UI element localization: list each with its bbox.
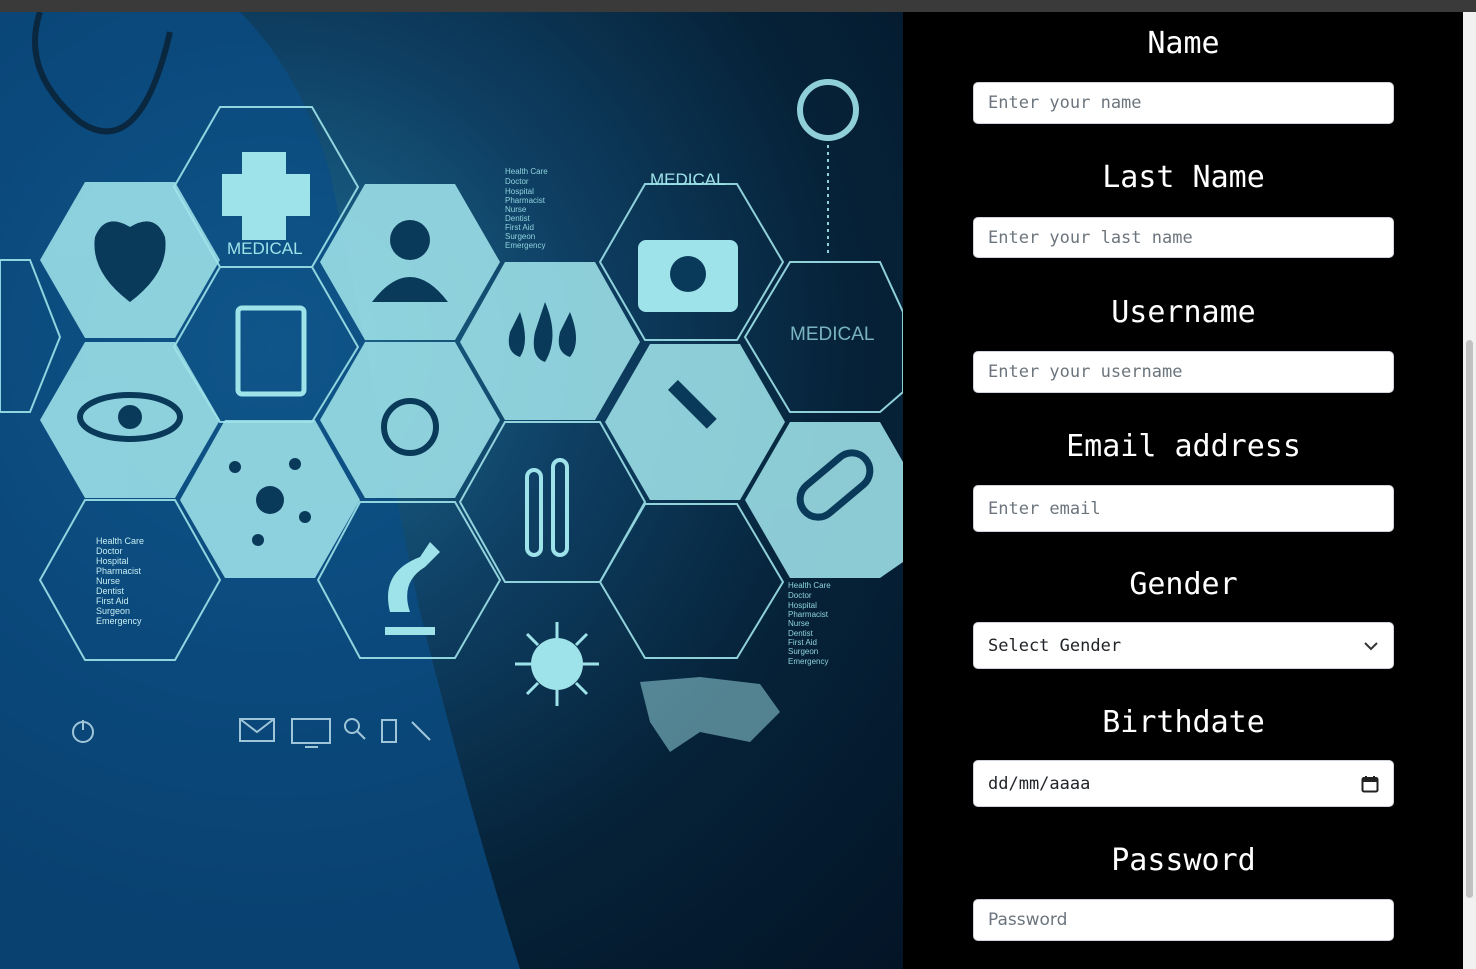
- text-list-item: Emergency: [788, 657, 828, 666]
- text-list-item: Dentist: [788, 629, 814, 638]
- text-list-item: Surgeon: [788, 647, 818, 656]
- hex-label: MEDICAL: [790, 324, 874, 345]
- text-list-item: Hospital: [788, 601, 817, 610]
- text-list-item: Doctor: [96, 546, 123, 556]
- last-name-label: Last Name: [1102, 160, 1265, 195]
- text-list-item: Hospital: [96, 556, 129, 566]
- text-list-item: Dentist: [96, 586, 125, 596]
- doctor-icon: [390, 220, 430, 260]
- text-list-item: Pharmacist: [96, 566, 142, 576]
- chevron-down-icon: [1364, 641, 1378, 650]
- hero-graphic: MEDICAL MEDICAL MEDICAL Health Care Doct…: [0, 12, 903, 969]
- last-name-input[interactable]: [973, 217, 1394, 258]
- text-list-item: Emergency: [96, 616, 142, 626]
- text-list-item: First Aid: [505, 223, 534, 232]
- ring-icon: [797, 79, 859, 141]
- text-list-item: Health Care: [96, 536, 144, 546]
- text-list-item: Surgeon: [96, 606, 130, 616]
- gender-label: Gender: [1129, 567, 1238, 602]
- page-scrollbar[interactable]: [1463, 12, 1476, 969]
- hex-empty: [598, 503, 785, 659]
- name-label: Name: [1147, 26, 1220, 61]
- virus-icon: [531, 638, 583, 690]
- text-list-item: Health Care: [788, 581, 831, 590]
- text-list-item: Dentist: [505, 214, 531, 223]
- birthdate-input[interactable]: dd/mm/aaaa: [973, 760, 1394, 807]
- text-list-item: First Aid: [96, 596, 129, 606]
- text-list-item: Pharmacist: [505, 196, 546, 205]
- text-list-item: Hospital: [505, 187, 534, 196]
- text-list-item: Nurse: [96, 576, 120, 586]
- hero-medical-image: MEDICAL MEDICAL MEDICAL Health Care Doct…: [0, 12, 903, 969]
- text-list-item: Doctor: [505, 177, 529, 186]
- calendar-icon[interactable]: [1361, 775, 1379, 793]
- text-list-item: First Aid: [788, 638, 817, 647]
- world-map-icon: [640, 677, 780, 752]
- email-input[interactable]: [973, 485, 1394, 532]
- text-list-item: Emergency: [505, 241, 545, 250]
- username-label: Username: [1111, 295, 1256, 330]
- text-list-item: Doctor: [788, 591, 812, 600]
- username-input[interactable]: [973, 351, 1394, 393]
- molecule-icon: [256, 486, 284, 514]
- text-list-item: Pharmacist: [788, 610, 829, 619]
- gender-selected-value: Select Gender: [988, 635, 1122, 656]
- browser-top-bar: [0, 0, 1476, 12]
- hex-syringe: [605, 344, 785, 500]
- scrollbar-thumb[interactable]: [1466, 340, 1473, 898]
- password-input[interactable]: [973, 899, 1394, 941]
- text-list-item: Health Care: [505, 167, 548, 176]
- hex-label: MEDICAL: [227, 239, 303, 258]
- name-input[interactable]: [973, 82, 1394, 124]
- text-list-item: Nurse: [788, 619, 810, 628]
- birthdate-label: Birthdate: [1102, 705, 1265, 740]
- text-list-item: Surgeon: [505, 232, 535, 241]
- test-tubes-icon: [525, 468, 543, 557]
- email-label: Email address: [1066, 429, 1301, 464]
- hex-label: MEDICAL: [650, 170, 726, 189]
- text-list-item: Nurse: [505, 205, 527, 214]
- registration-form: Name Last Name Username Email address Ge…: [903, 12, 1463, 969]
- birthdate-value: dd/mm/aaaa: [988, 773, 1091, 794]
- password-label: Password: [1111, 843, 1256, 878]
- gender-select[interactable]: Select Gender: [973, 622, 1394, 669]
